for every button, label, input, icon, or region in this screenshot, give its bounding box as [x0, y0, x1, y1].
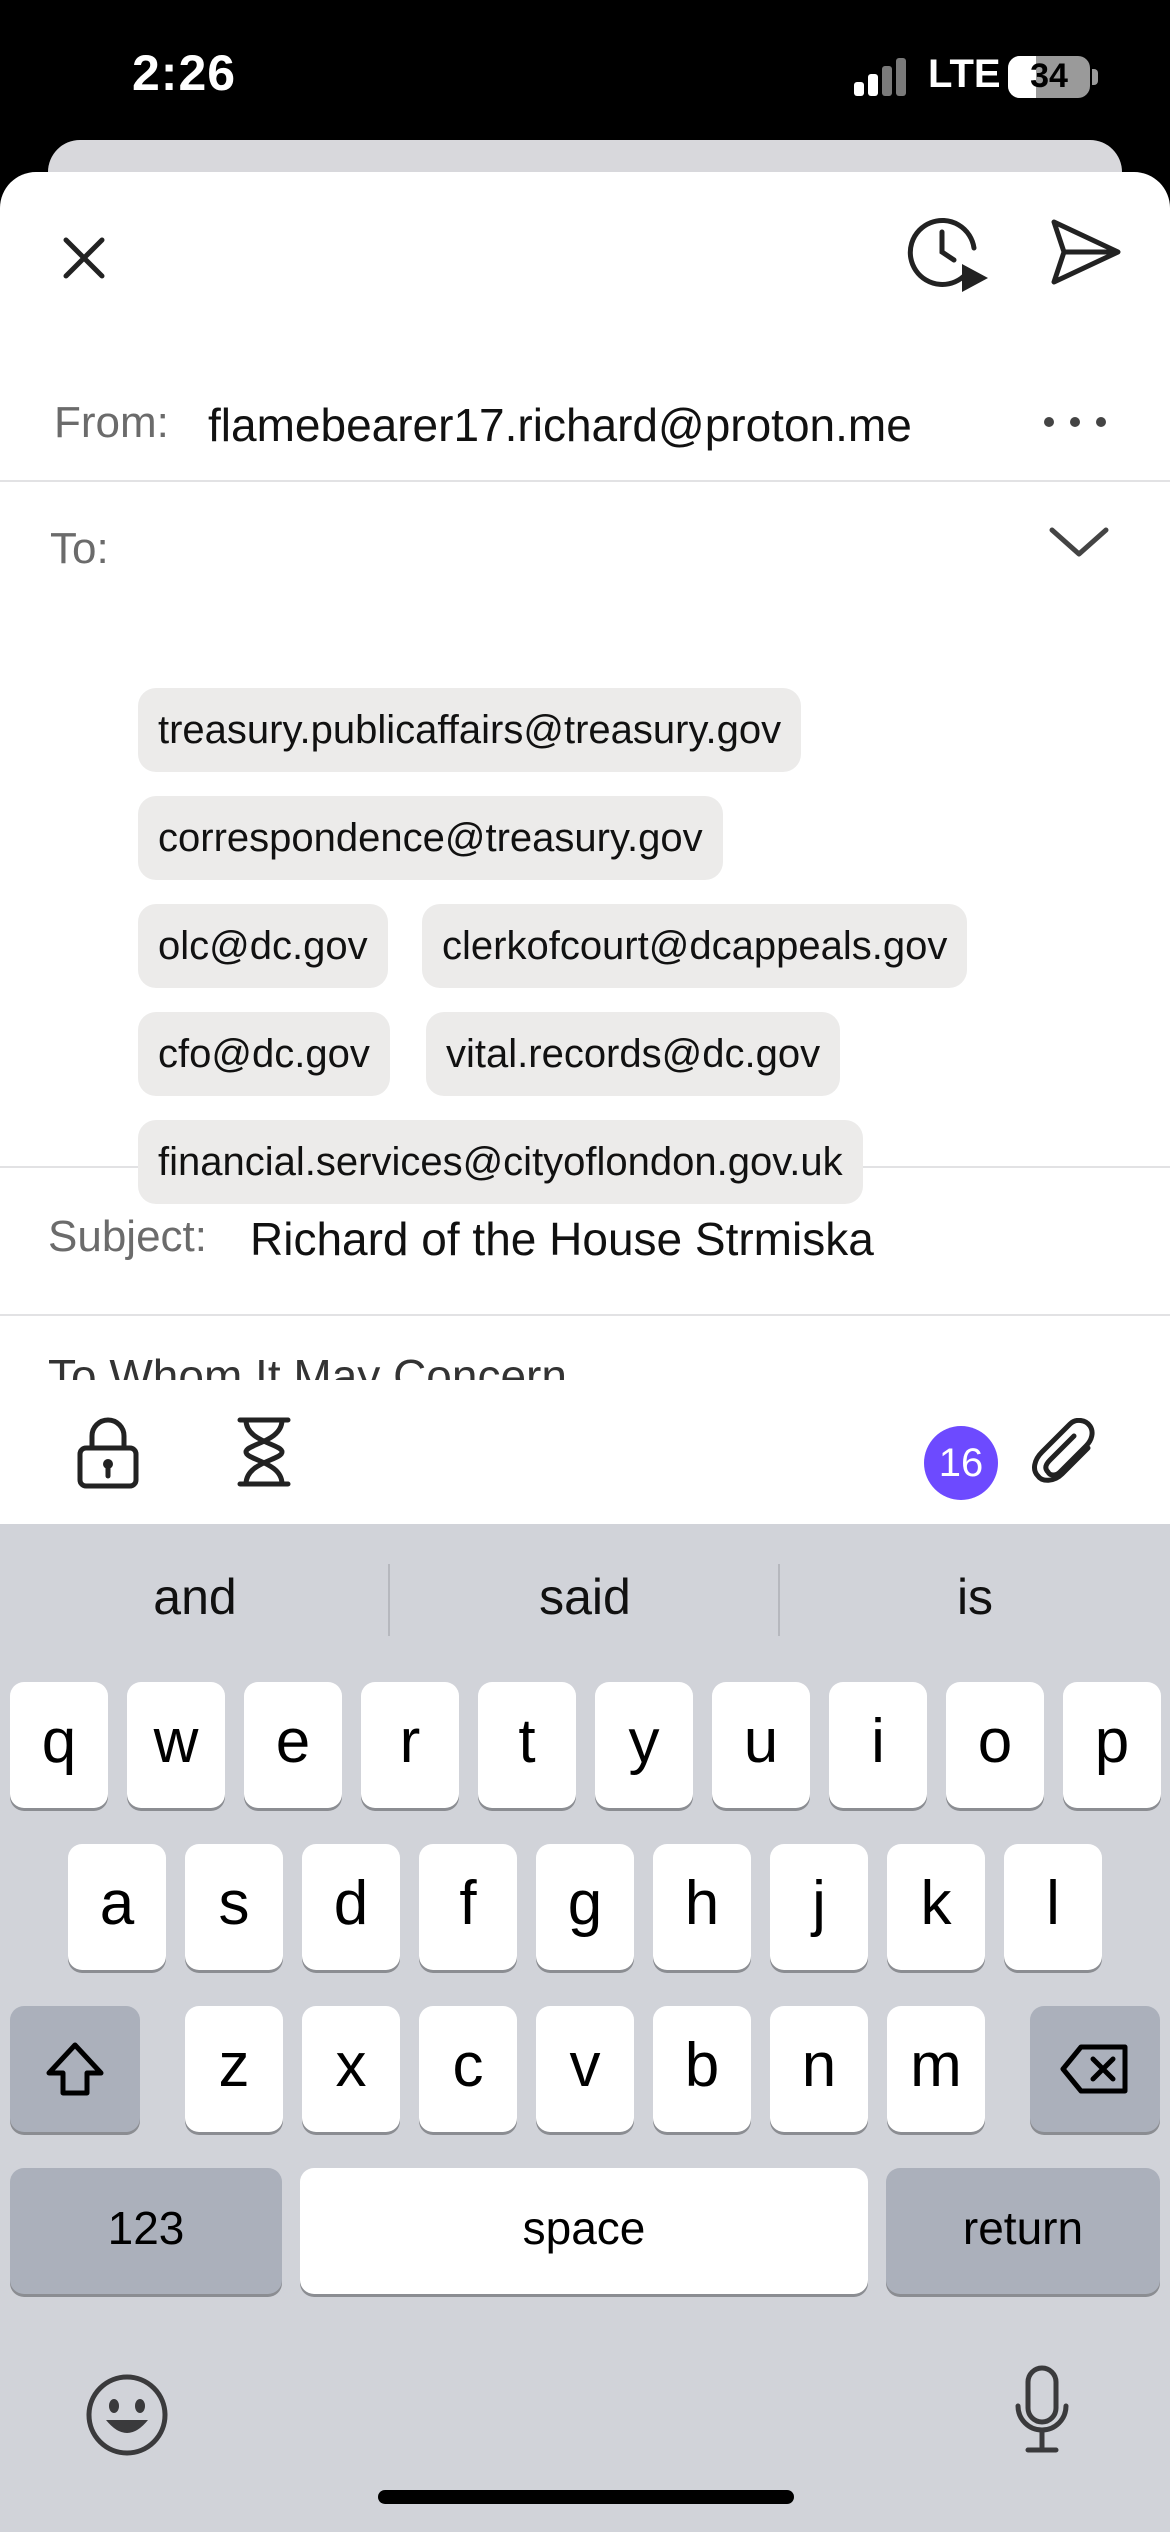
- recipient-chip[interactable]: clerkofcourt@dcappeals.gov: [422, 904, 968, 988]
- emoji-icon: [86, 2374, 168, 2456]
- more-icon-dot: [1070, 417, 1080, 427]
- key-w[interactable]: w: [127, 1682, 225, 1808]
- numbers-key[interactable]: 123: [10, 2168, 282, 2294]
- status-bar: 2:26 LTE 34: [0, 0, 1170, 150]
- battery-cap: [1092, 69, 1098, 85]
- from-address[interactable]: flamebearer17.richard@proton.me: [208, 398, 912, 452]
- keyboard: and said is q w e r t y u i o p a s d f …: [0, 1524, 1170, 2532]
- key-z[interactable]: z: [185, 2006, 283, 2132]
- shift-icon: [46, 2042, 104, 2096]
- key-n[interactable]: n: [770, 2006, 868, 2132]
- from-label: From:: [54, 398, 169, 447]
- dictation-button[interactable]: [1012, 2364, 1072, 2458]
- key-r[interactable]: r: [361, 1682, 459, 1808]
- home-indicator[interactable]: [378, 2490, 794, 2504]
- key-o[interactable]: o: [946, 1682, 1044, 1808]
- key-l[interactable]: l: [1004, 1844, 1102, 1970]
- key-k[interactable]: k: [887, 1844, 985, 1970]
- message-body[interactable]: To Whom It May Concern: [48, 1348, 1128, 1382]
- recipient-chip[interactable]: correspondence@treasury.gov: [138, 796, 723, 880]
- lock-icon: [77, 1417, 139, 1489]
- key-u[interactable]: u: [712, 1682, 810, 1808]
- expiration-button[interactable]: [234, 1416, 294, 1488]
- recipient-chip[interactable]: cfo@dc.gov: [138, 1012, 390, 1096]
- schedule-send-icon: [907, 217, 988, 292]
- cellular-signal-icon: [854, 58, 906, 96]
- hourglass-icon: [237, 1417, 291, 1487]
- recipient-chip[interactable]: vital.records@dc.gov: [426, 1012, 841, 1096]
- to-row[interactable]: To: treasury.publicaffairs@treasury.gov …: [0, 482, 1170, 1204]
- more-icon-dot: [1096, 417, 1106, 427]
- microphone-icon: [1015, 2365, 1069, 2453]
- key-e[interactable]: e: [244, 1682, 342, 1808]
- more-options-button[interactable]: [1040, 402, 1110, 442]
- key-v[interactable]: v: [536, 2006, 634, 2132]
- key-m[interactable]: m: [887, 2006, 985, 2132]
- suggestion-item[interactable]: and: [0, 1568, 390, 1626]
- close-button[interactable]: [52, 226, 116, 290]
- key-q[interactable]: q: [10, 1682, 108, 1808]
- paperclip-icon: [1032, 1417, 1095, 1483]
- key-p[interactable]: p: [1063, 1682, 1161, 1808]
- battery-percent: 34: [1030, 57, 1068, 95]
- encryption-button[interactable]: [76, 1416, 140, 1490]
- key-t[interactable]: t: [478, 1682, 576, 1808]
- key-x[interactable]: x: [302, 2006, 400, 2132]
- key-i[interactable]: i: [829, 1682, 927, 1808]
- more-icon-dot: [1044, 417, 1054, 427]
- predictive-bar: and said is: [0, 1524, 1170, 1674]
- attachment-count-badge[interactable]: 16: [924, 1426, 998, 1500]
- key-c[interactable]: c: [419, 2006, 517, 2132]
- status-time: 2:26: [132, 45, 237, 101]
- to-label: To:: [50, 524, 109, 573]
- shift-key[interactable]: [10, 2006, 140, 2132]
- key-h[interactable]: h: [653, 1844, 751, 1970]
- recipient-chip[interactable]: olc@dc.gov: [138, 904, 388, 988]
- send-icon: [1051, 219, 1121, 285]
- key-a[interactable]: a: [68, 1844, 166, 1970]
- expand-recipients-button[interactable]: [1044, 518, 1114, 568]
- key-y[interactable]: y: [595, 1682, 693, 1808]
- key-b[interactable]: b: [653, 2006, 751, 2132]
- suggestion-item[interactable]: said: [390, 1568, 780, 1626]
- recipient-chip[interactable]: treasury.publicaffairs@treasury.gov: [138, 688, 802, 772]
- key-g[interactable]: g: [536, 1844, 634, 1970]
- suggestion-item[interactable]: is: [780, 1568, 1170, 1626]
- compose-toolbar: 16: [0, 1380, 1170, 1524]
- schedule-send-button[interactable]: [904, 212, 994, 298]
- return-key[interactable]: return: [886, 2168, 1160, 2294]
- send-button[interactable]: [1048, 216, 1124, 288]
- key-d[interactable]: d: [302, 1844, 400, 1970]
- from-row[interactable]: From: flamebearer17.richard@proton.me: [0, 362, 1170, 482]
- message-body-text: To Whom It May Concern: [48, 1350, 567, 1382]
- emoji-button[interactable]: [84, 2372, 170, 2458]
- network-type: LTE: [928, 52, 1001, 96]
- space-key[interactable]: space: [300, 2168, 868, 2294]
- subject-label: Subject:: [48, 1212, 207, 1261]
- key-j[interactable]: j: [770, 1844, 868, 1970]
- subject-row[interactable]: Subject: Richard of the House Strmiska: [0, 1168, 1170, 1316]
- chevron-down-icon: [1049, 527, 1109, 557]
- backspace-icon: [1060, 2044, 1128, 2094]
- attach-button[interactable]: [1030, 1417, 1098, 1490]
- close-icon: [63, 237, 105, 279]
- delete-key[interactable]: [1030, 2006, 1160, 2132]
- key-s[interactable]: s: [185, 1844, 283, 1970]
- subject-field[interactable]: Richard of the House Strmiska: [250, 1212, 874, 1266]
- battery-icon: 34: [1008, 56, 1090, 98]
- key-f[interactable]: f: [419, 1844, 517, 1970]
